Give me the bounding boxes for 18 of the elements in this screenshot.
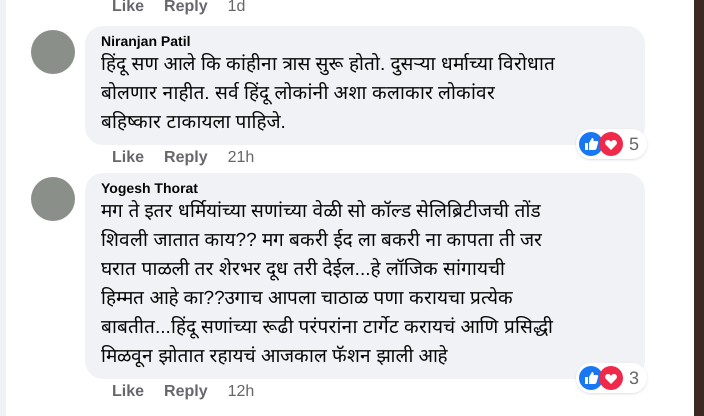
avatar-photo-placeholder[interactable] [31,177,75,221]
like-link[interactable]: Like [112,380,144,404]
comment-text: मग ते इतर धर्मियांच्या सणांच्या वेळी सो कॉल्ड सेलिब्रिटीजची तोंड शिवली जातात काय?? मग बकरी ईद ला बकरी ना कापता ती जर घरात पाळली तर शेरभर दूध तरी देईल...हे लॉजिक सांगायची हिम्मत आहे का??उगाच आपला चाठाळ पणा करायचा प्रत्येक बाबतीत...हिंदू सणांच्या रूढी परंपरांना टार्गेट करायचं आणि प्रसिद्धी मिळवून झोतात रहायचं आजकाल फॅशन झाली आहे [101,199,554,370]
comment-text: हिंदू सण आले कि कांहीना त्रास सुरू होतो. दुसऱ्या धर्माच्या विरोधात बोलणार नाहीत. सर्व हिंदू लोकांनी अशा कलाकार लोकांवर बहिष्कार टाकायला पाहिजे. [101,52,556,135]
thumbs-up-icon [578,132,603,156]
thumbs-up-icon [578,366,603,390]
avatar-photo-placeholder[interactable] [31,30,75,74]
reaction-badge[interactable]: 3 [576,363,647,393]
author-name[interactable]: Niranjan Patil [101,32,635,50]
reply-link[interactable]: Reply [164,380,208,404]
reply-link[interactable]: Reply [164,146,208,170]
timestamp: 21h [228,148,254,168]
author-name[interactable]: Yogesh Thorat [101,179,635,197]
reaction-count: 3 [628,366,639,390]
timestamp: 12h [228,382,254,402]
reaction-count: 5 [628,132,639,156]
reaction-badge[interactable]: 5 [576,129,647,159]
like-link[interactable]: Like [112,146,144,170]
